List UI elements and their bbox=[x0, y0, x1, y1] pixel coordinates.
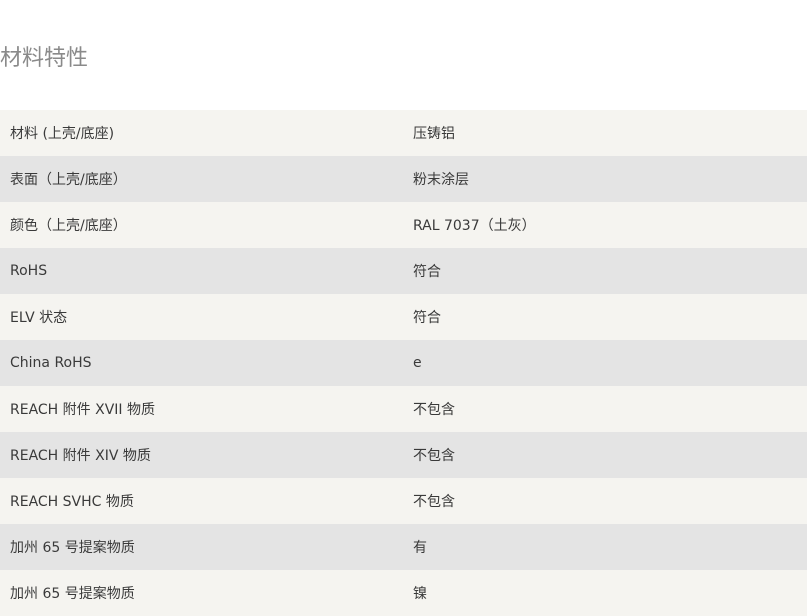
property-name: REACH 附件 XVII 物质 bbox=[10, 402, 155, 418]
table-row: 材料 (上壳/底座) 压铸铝 bbox=[0, 110, 807, 156]
property-name: 材料 (上壳/底座) bbox=[10, 126, 115, 142]
property-value: 符合 bbox=[413, 264, 441, 280]
table-row: 颜色（上壳/底座） RAL 7037（土灰） bbox=[0, 202, 807, 248]
property-value: 符合 bbox=[413, 310, 441, 326]
property-name: 颜色（上壳/底座） bbox=[10, 218, 127, 234]
property-value: 有 bbox=[413, 540, 427, 556]
section-title: 材料特性 bbox=[0, 46, 89, 71]
property-value: RAL 7037（土灰） bbox=[413, 218, 536, 234]
property-name: REACH 附件 XIV 物质 bbox=[10, 448, 151, 464]
table-row: REACH 附件 XVII 物质 不包含 bbox=[0, 386, 807, 432]
table-row: ELV 状态 符合 bbox=[0, 294, 807, 340]
property-name: China RoHS bbox=[10, 355, 92, 371]
property-name: 表面（上壳/底座） bbox=[10, 172, 127, 188]
property-name: ELV 状态 bbox=[10, 310, 68, 326]
table-row: 加州 65 号提案物质 镍 bbox=[0, 570, 807, 616]
property-value: 不包含 bbox=[413, 402, 455, 418]
property-value: 压铸铝 bbox=[413, 126, 455, 142]
table-row: RoHS 符合 bbox=[0, 248, 807, 294]
table-row: China RoHS e bbox=[0, 340, 807, 386]
property-name: 加州 65 号提案物质 bbox=[10, 586, 135, 602]
property-name: RoHS bbox=[10, 263, 48, 279]
property-name: REACH SVHC 物质 bbox=[10, 494, 134, 510]
material-properties-table: 材料 (上壳/底座) 压铸铝 表面（上壳/底座） 粉末涂层 颜色（上壳/底座） … bbox=[0, 110, 807, 616]
table-row: 表面（上壳/底座） 粉末涂层 bbox=[0, 156, 807, 202]
property-name: 加州 65 号提案物质 bbox=[10, 540, 135, 556]
table-row: 加州 65 号提案物质 有 bbox=[0, 524, 807, 570]
property-value: 不包含 bbox=[413, 448, 455, 464]
property-value: e bbox=[413, 355, 422, 371]
property-value: 镍 bbox=[413, 586, 427, 602]
property-value: 不包含 bbox=[413, 494, 455, 510]
table-row: REACH 附件 XIV 物质 不包含 bbox=[0, 432, 807, 478]
table-row: REACH SVHC 物质 不包含 bbox=[0, 478, 807, 524]
property-value: 粉末涂层 bbox=[413, 172, 469, 188]
